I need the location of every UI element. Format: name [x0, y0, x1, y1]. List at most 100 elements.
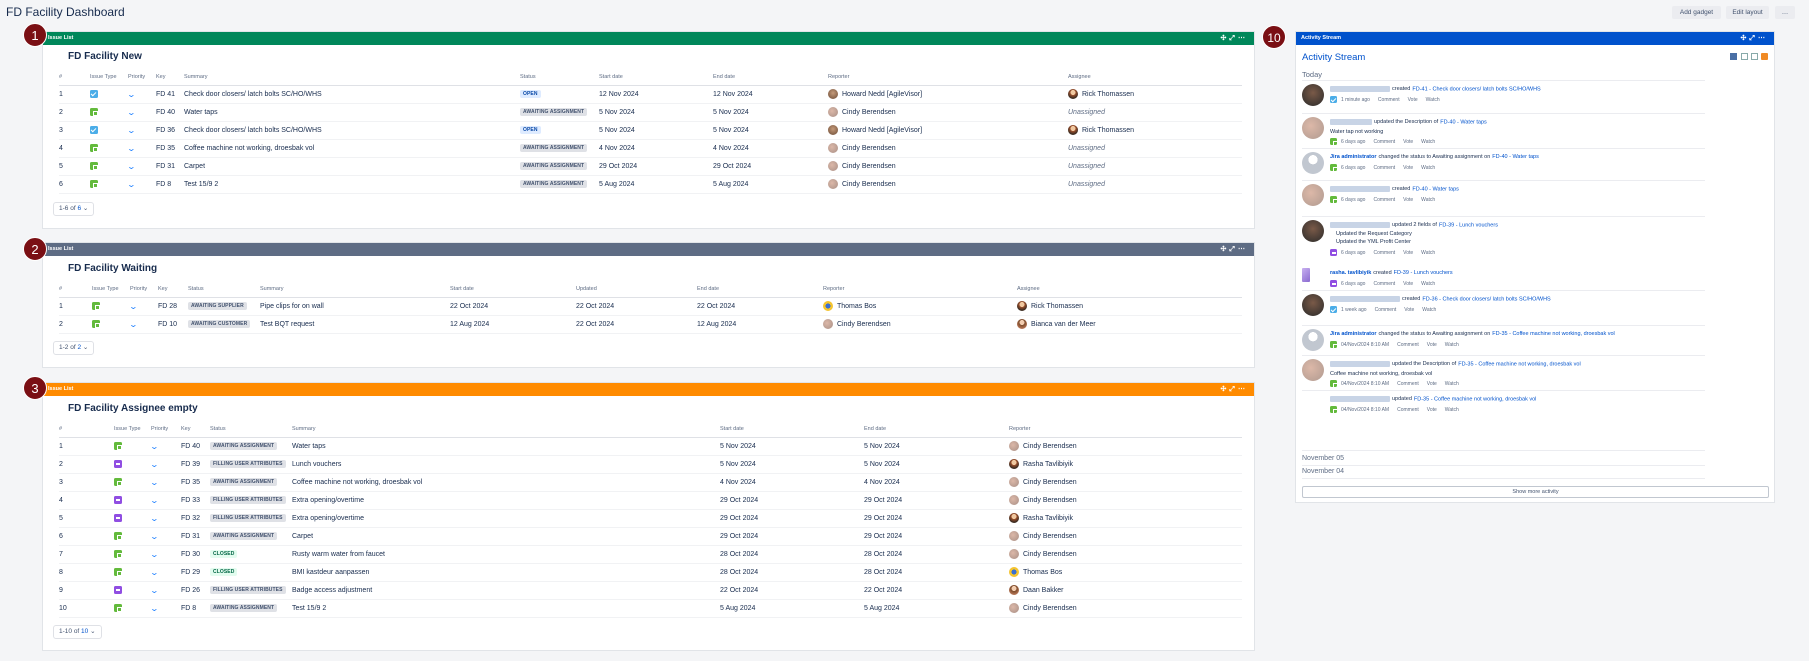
- redacted-actor-name[interactable]: [1330, 86, 1390, 92]
- person-name[interactable]: Rasha Tavlibiyik: [1023, 515, 1073, 522]
- gadget-controls[interactable]: ✣⤢⋯: [1221, 383, 1248, 396]
- column-header[interactable]: End date: [713, 70, 828, 86]
- table-row[interactable]: 1 ⌄ FD 41Check door closers/ latch bolts S…: [59, 85, 1242, 104]
- summary-cell[interactable]: Coffee machine not working, droesbak vol: [292, 473, 720, 492]
- watch-link[interactable]: Watch: [1421, 250, 1435, 256]
- table-row[interactable]: 1 ⌄ FD 28AWAITING SUPPLIER Pipe clips for o…: [59, 297, 1242, 316]
- person-name[interactable]: Howard Nedd [AgileVisor]: [842, 127, 922, 134]
- user-avatar[interactable]: [1302, 184, 1324, 206]
- more-icon[interactable]: ⋯: [1758, 35, 1768, 42]
- vote-link[interactable]: Vote: [1427, 407, 1437, 413]
- more-icon[interactable]: ⋯: [1238, 386, 1248, 393]
- gadget-controls[interactable]: ✣⤢⋯: [1221, 243, 1248, 256]
- table-row[interactable]: 2 ⌄ FD 39FILLING USER ATTRIBUTES Lunch vouc…: [59, 455, 1242, 474]
- comment-link[interactable]: Comment: [1373, 250, 1395, 256]
- column-header[interactable]: Status: [520, 70, 599, 86]
- summary-cell[interactable]: Extra opening/overtime: [292, 491, 720, 510]
- summary-cell[interactable]: Badge access adjustment: [292, 581, 720, 600]
- column-header[interactable]: Summary: [184, 70, 520, 86]
- redacted-actor-name[interactable]: [1330, 361, 1390, 367]
- comment-link[interactable]: Comment: [1397, 342, 1419, 348]
- issue-link[interactable]: FD-39 - Lunch vouchers: [1439, 222, 1498, 228]
- more-icon[interactable]: ⋯: [1238, 246, 1248, 253]
- person-name[interactable]: Thomas Bos: [1023, 569, 1062, 576]
- watch-link[interactable]: Watch: [1445, 342, 1459, 348]
- issue-link[interactable]: FD-35 - Coffee machine not working, droe…: [1492, 331, 1615, 337]
- gadget-controls[interactable]: ✣⤢⋯: [1221, 32, 1248, 45]
- issue-link[interactable]: FD-40 - Water taps: [1412, 186, 1459, 192]
- actor-link[interactable]: Jira administrator: [1330, 331, 1376, 337]
- column-header[interactable]: Reporter: [828, 70, 1068, 86]
- comment-link[interactable]: Comment: [1373, 281, 1395, 287]
- add-gadget-button[interactable]: Add gadget: [1672, 6, 1721, 19]
- vote-link[interactable]: Vote: [1427, 342, 1437, 348]
- redacted-actor-name[interactable]: [1330, 296, 1400, 302]
- table-row[interactable]: 4 ⌄ FD 35Coffee machine not working, droes…: [59, 139, 1242, 158]
- column-header[interactable]: Status: [210, 422, 292, 438]
- issue-link[interactable]: FD-35 - Coffee machine not working, droe…: [1458, 361, 1581, 367]
- person-name[interactable]: Cindy Berendsen: [842, 145, 896, 152]
- column-header[interactable]: Priority: [151, 422, 181, 438]
- comment-link[interactable]: Comment: [1375, 307, 1397, 313]
- summary-cell[interactable]: Rusty warm water from faucet: [292, 545, 720, 564]
- column-header[interactable]: Issue Type: [92, 282, 130, 298]
- issue-key-link[interactable]: FD 8: [181, 599, 210, 618]
- pagination-control[interactable]: 1-2 of 2 ⌄: [53, 341, 95, 355]
- pagination-total[interactable]: 10: [81, 628, 88, 635]
- summary-cell[interactable]: Water taps: [184, 103, 520, 122]
- redacted-actor-name[interactable]: [1330, 186, 1390, 192]
- issue-link[interactable]: FD-40 - Water taps: [1440, 119, 1487, 125]
- vote-link[interactable]: Vote: [1403, 165, 1413, 171]
- comment-link[interactable]: Comment: [1373, 197, 1395, 203]
- issue-key-link[interactable]: FD 32: [181, 509, 210, 528]
- table-row[interactable]: 8⌄FD 29CLOSEDBMI kastdeur aanpassen28 Oc…: [59, 563, 1242, 582]
- user-avatar[interactable]: [1302, 117, 1324, 139]
- pagination-total[interactable]: 6: [77, 205, 81, 212]
- summary-cell[interactable]: BMI kastdeur aanpassen: [292, 563, 720, 582]
- column-header[interactable]: Updated: [576, 282, 697, 298]
- summary-cell[interactable]: Test BQT request: [260, 315, 450, 334]
- column-header[interactable]: Priority: [128, 70, 156, 86]
- table-row[interactable]: 4 ⌄ FD 33FILLING USER ATTRIBUTES Extra open…: [59, 491, 1242, 510]
- column-header[interactable]: Assignee: [1017, 282, 1242, 298]
- vote-link[interactable]: Vote: [1403, 139, 1413, 145]
- gadget-controls[interactable]: ✣⤢⋯: [1741, 32, 1768, 45]
- vote-link[interactable]: Vote: [1403, 281, 1413, 287]
- column-header[interactable]: Start date: [450, 282, 576, 298]
- activity-view-controls[interactable]: [1730, 53, 1768, 62]
- column-header[interactable]: Start date: [720, 422, 864, 438]
- issue-key-link[interactable]: FD 36: [156, 121, 184, 140]
- table-row[interactable]: 10⌄FD 8AWAITING ASSIGNMENTTest 15/9 25 A…: [59, 599, 1242, 618]
- maximize-icon[interactable]: ⤢: [1229, 246, 1238, 253]
- column-header[interactable]: Status: [188, 282, 260, 298]
- issue-key-link[interactable]: FD 26: [181, 581, 210, 600]
- actor-link[interactable]: rasha. tavlibiyik: [1330, 270, 1371, 276]
- person-name[interactable]: Rick Thomassen: [1031, 303, 1083, 310]
- user-avatar[interactable]: [1302, 268, 1310, 282]
- user-avatar[interactable]: [1302, 359, 1324, 381]
- column-header[interactable]: End date: [697, 282, 823, 298]
- column-header[interactable]: Reporter: [823, 282, 1017, 298]
- vote-link[interactable]: Vote: [1427, 381, 1437, 387]
- issue-key-link[interactable]: FD 28: [158, 297, 188, 316]
- column-header[interactable]: Issue Type: [90, 70, 128, 86]
- chevron-down-icon[interactable]: ⌄: [83, 205, 88, 212]
- chevron-down-icon[interactable]: ⌄: [83, 344, 88, 351]
- gadget-header[interactable]: Activity Stream ✣⤢⋯: [1296, 32, 1774, 45]
- watch-link[interactable]: Watch: [1421, 165, 1435, 171]
- person-name[interactable]: Rasha Tavlibiyik: [1023, 461, 1073, 468]
- person-name[interactable]: Rick Thomassen: [1082, 91, 1134, 98]
- issue-key-link[interactable]: FD 33: [181, 491, 210, 510]
- user-avatar[interactable]: [1302, 152, 1324, 174]
- user-avatar[interactable]: [1302, 294, 1324, 316]
- column-header[interactable]: Key: [158, 282, 188, 298]
- user-avatar[interactable]: [1302, 84, 1324, 106]
- watch-link[interactable]: Watch: [1421, 139, 1435, 145]
- column-header[interactable]: Reporter: [1009, 422, 1242, 438]
- redacted-actor-name[interactable]: [1330, 222, 1390, 228]
- table-row[interactable]: 6 ⌄ FD 8Test 15/9 2AWAITING ASSIGNMENT 5 Au…: [59, 175, 1242, 194]
- vote-link[interactable]: Vote: [1403, 197, 1413, 203]
- maximize-icon[interactable]: ⤢: [1229, 386, 1238, 393]
- watch-link[interactable]: Watch: [1445, 381, 1459, 387]
- comment-link[interactable]: Comment: [1373, 139, 1395, 145]
